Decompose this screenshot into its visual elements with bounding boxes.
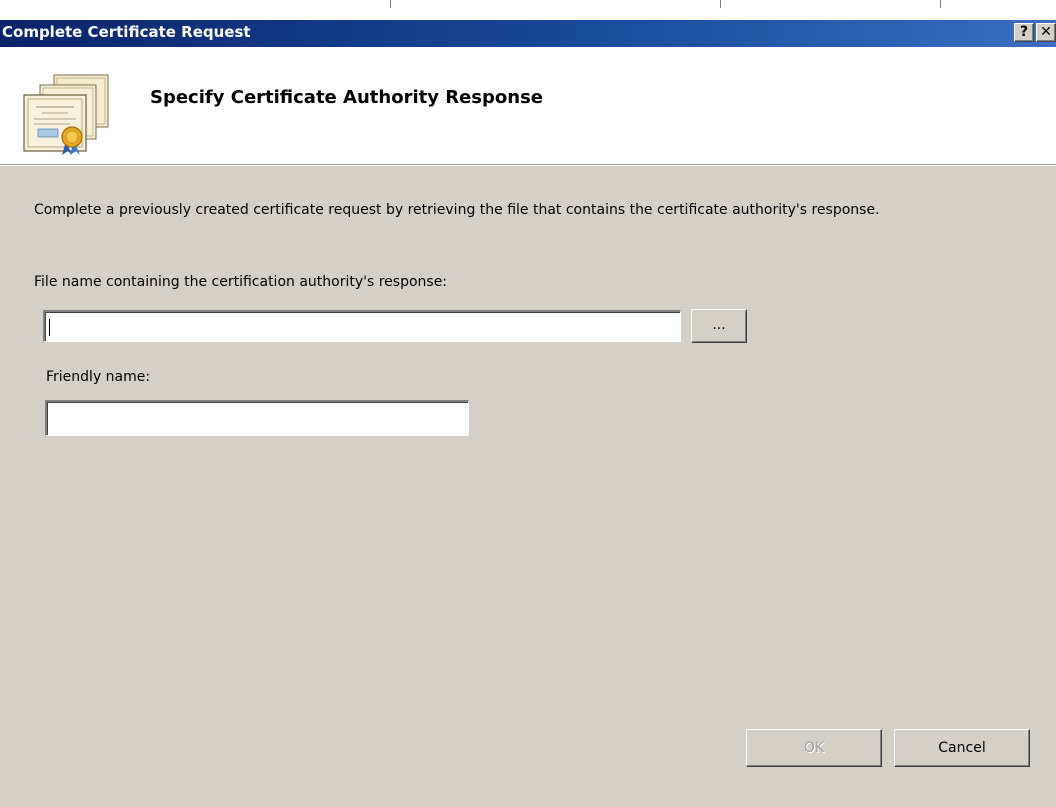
instructions-text: Complete a previously created certificat… xyxy=(34,202,880,218)
browse-button-label: ... xyxy=(712,317,726,333)
certificate-icon xyxy=(23,74,109,155)
text-caret xyxy=(49,319,50,336)
wizard-step-title: Specify Certificate Authority Response xyxy=(150,87,543,108)
question-icon: ? xyxy=(1019,24,1029,40)
dialog-title-bar[interactable]: Complete Certificate Request ? ✕ xyxy=(0,20,1056,47)
browse-button[interactable]: ... xyxy=(691,309,747,343)
close-button[interactable]: ✕ xyxy=(1036,23,1056,42)
wizard-header: Specify Certificate Authority Response xyxy=(0,47,1056,166)
friendly-name-label: Friendly name: xyxy=(46,369,151,385)
close-icon: ✕ xyxy=(1040,24,1052,40)
divider xyxy=(390,0,391,8)
file-name-label: File name containing the certification a… xyxy=(34,274,448,290)
friendly-name-input[interactable] xyxy=(45,400,469,436)
background-window-strip xyxy=(0,0,1056,20)
dialog-title: Complete Certificate Request xyxy=(2,23,251,41)
divider xyxy=(940,0,941,8)
ok-button-label: OK xyxy=(803,740,825,756)
cancel-button[interactable]: Cancel xyxy=(894,729,1030,767)
file-name-input[interactable] xyxy=(43,310,681,342)
cancel-button-label: Cancel xyxy=(938,740,986,756)
help-button[interactable]: ? xyxy=(1014,23,1034,42)
ok-button[interactable]: OK xyxy=(746,729,882,767)
divider xyxy=(720,0,721,8)
